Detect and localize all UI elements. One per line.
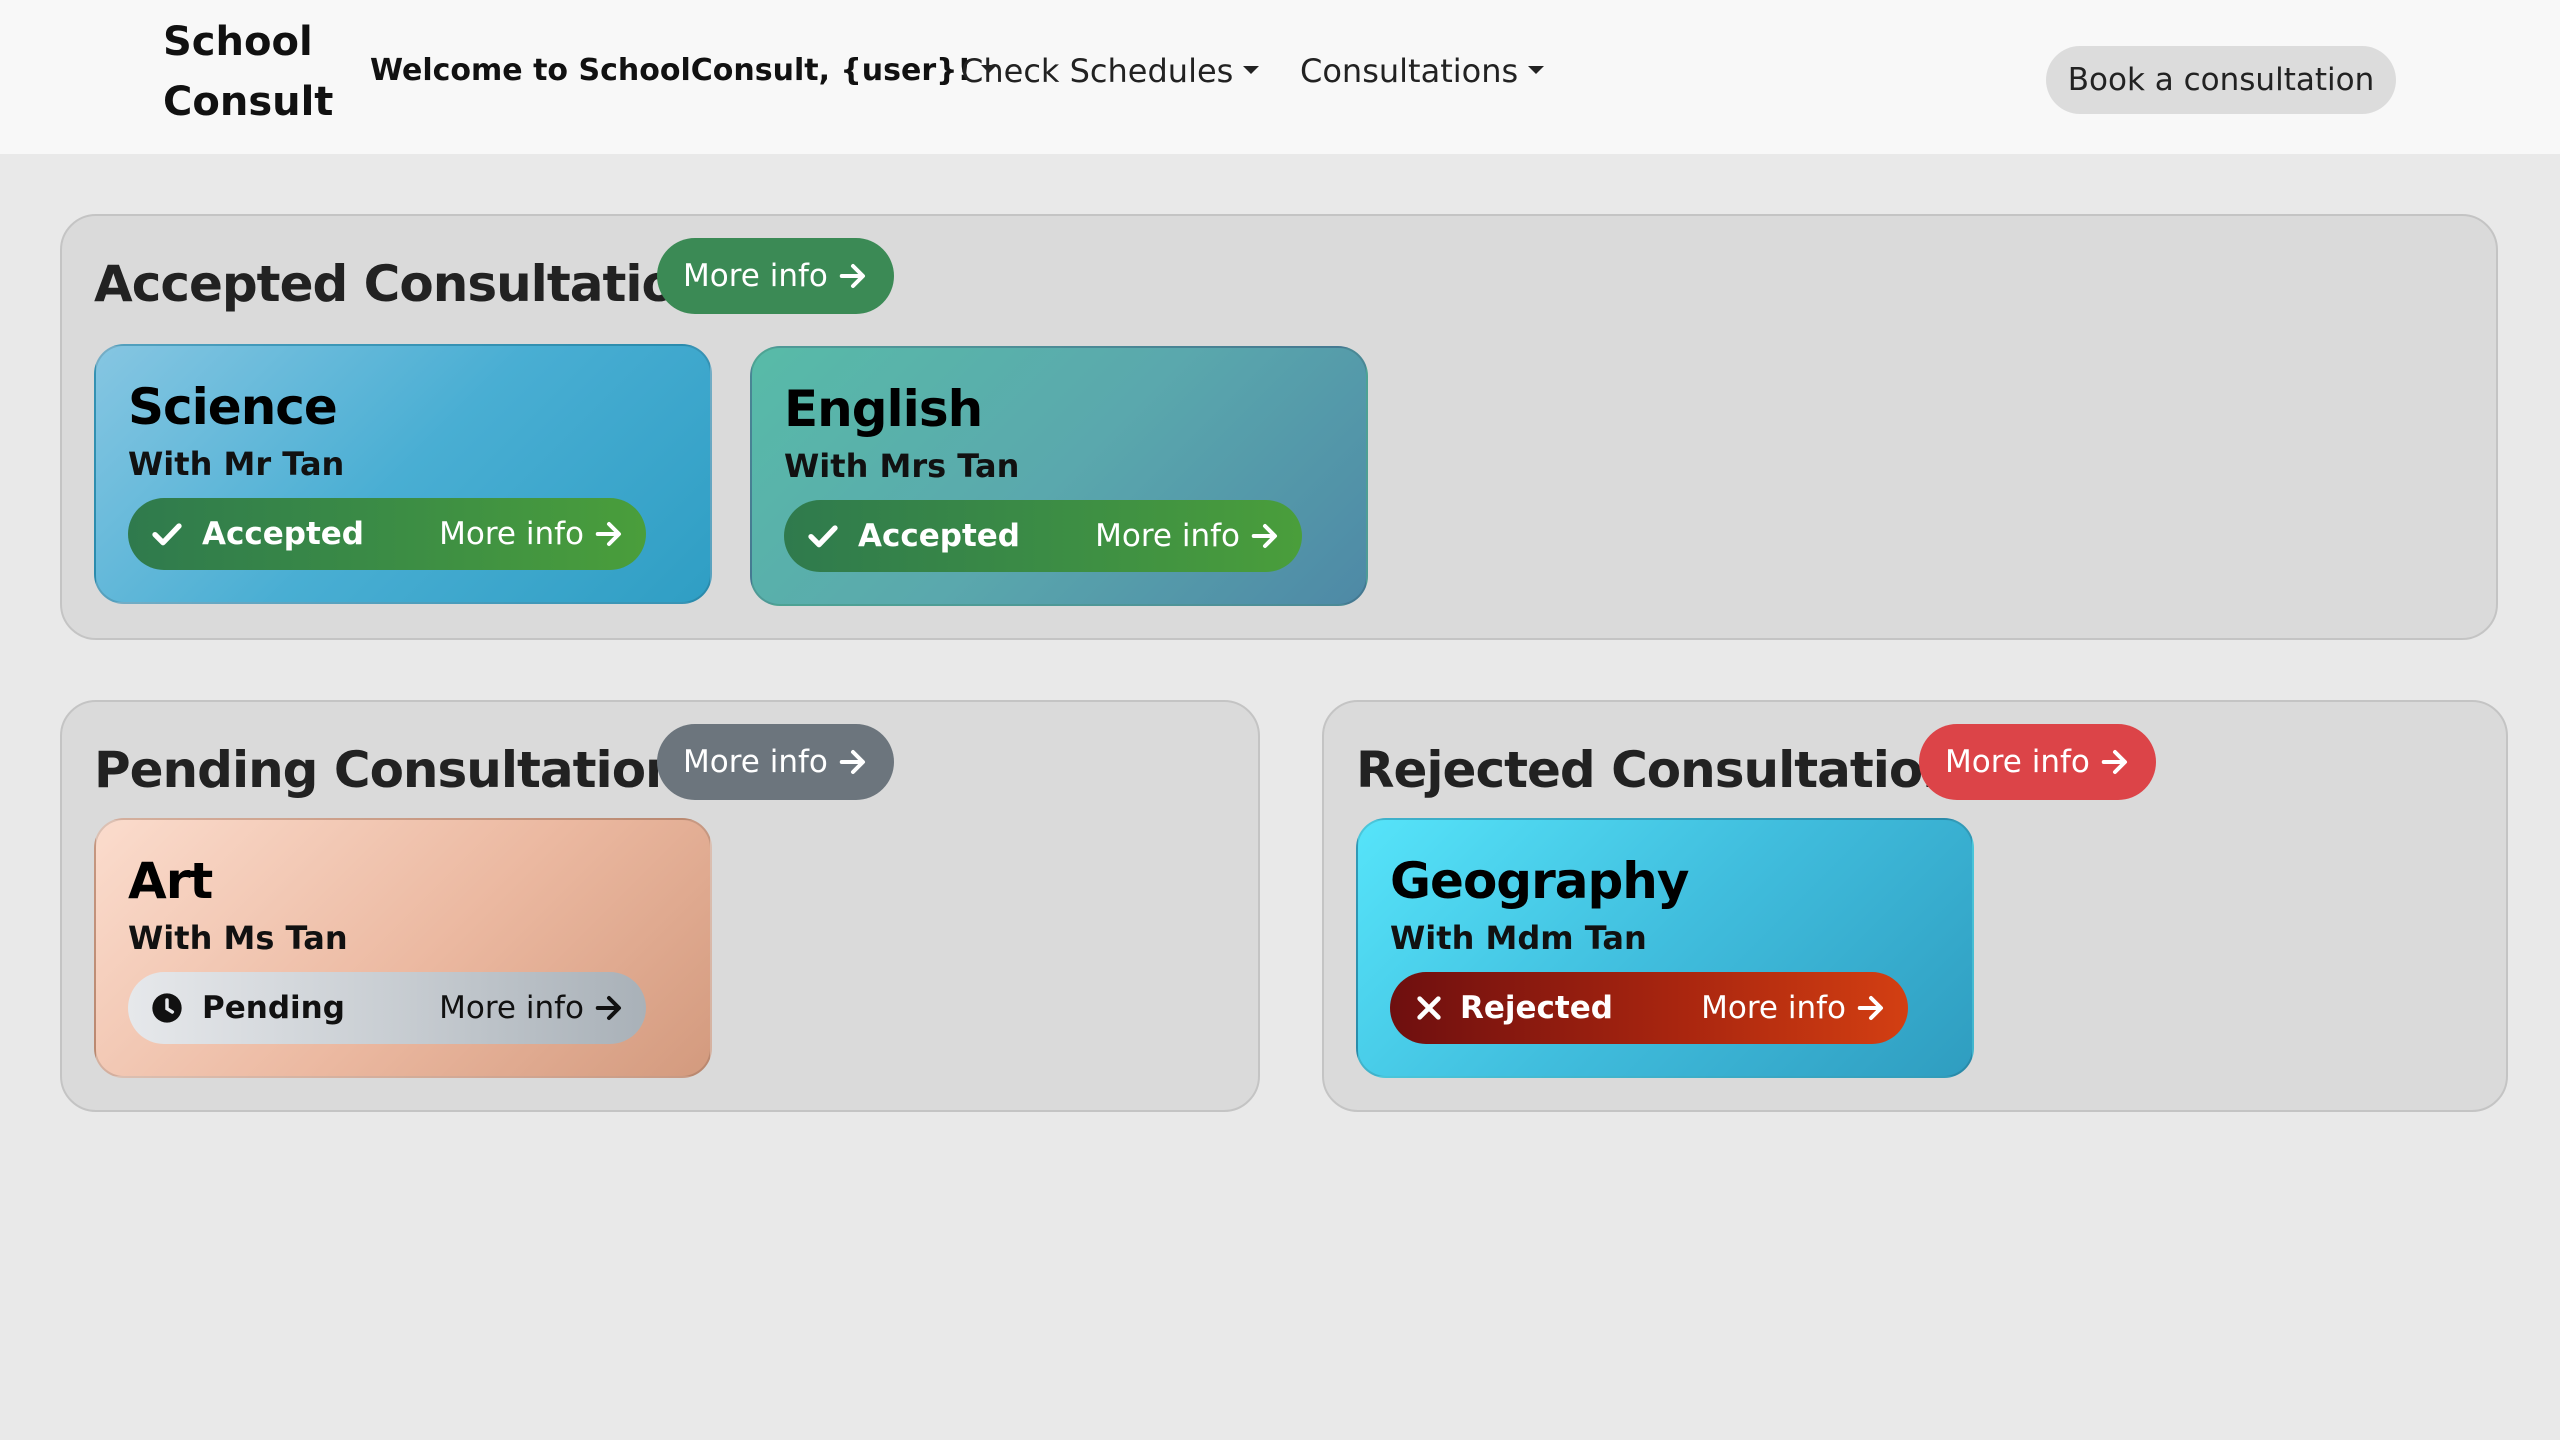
accepted-status-button[interactable]: Accepted More info (128, 498, 646, 570)
panel-title: Pending Consultations (94, 741, 709, 799)
chevron-down-icon (1243, 66, 1260, 74)
x-icon (1412, 991, 1446, 1025)
rejected-consultations-panel: Rejected Consultations More info Geograp… (1322, 700, 2508, 1112)
accepted-more-info-button[interactable]: More info (657, 238, 894, 314)
card-teacher: With Mrs Tan (784, 447, 1020, 485)
rejected-status-button[interactable]: Rejected More info (1390, 972, 1908, 1044)
card-teacher: With Mr Tan (128, 445, 345, 483)
more-info-label: More info (1701, 990, 1846, 1026)
card-subject: Science (128, 378, 338, 436)
arrow-right-icon (595, 996, 621, 1020)
nav-check-schedules-dropdown[interactable]: Check Schedules (961, 50, 1260, 92)
arrow-right-icon (1251, 524, 1277, 548)
nav-welcome-dropdown[interactable]: Welcome to SchoolConsult, {user}! (370, 50, 998, 92)
pending-status-button[interactable]: Pending More info (128, 972, 646, 1044)
consultation-card-geography[interactable]: Geography With Mdm Tan Rejected More inf… (1356, 818, 1974, 1078)
nav-check-schedules-label: Check Schedules (961, 52, 1234, 90)
brand-line1: School (163, 19, 313, 65)
nav-welcome-label: Welcome to SchoolConsult, {user}! (370, 53, 972, 88)
pending-consultations-panel: Pending Consultations More info Art With… (60, 700, 1260, 1112)
clock-icon (150, 991, 184, 1025)
rejected-more-info-button[interactable]: More info (1919, 724, 2156, 800)
card-subject: English (784, 380, 983, 438)
more-info-label: More info (1945, 744, 2090, 780)
status-label: Accepted (858, 518, 1020, 554)
book-consultation-button[interactable]: Book a consultation (2046, 46, 2396, 114)
consultation-card-art[interactable]: Art With Ms Tan Pending More info (94, 818, 712, 1078)
brand-line2: Consult (163, 79, 334, 125)
chevron-down-icon (1528, 66, 1545, 74)
arrow-right-icon (1857, 996, 1883, 1020)
card-teacher: With Ms Tan (128, 919, 348, 957)
more-info-label: More info (683, 258, 828, 294)
more-info-label: More info (683, 744, 828, 780)
more-info-link[interactable]: More info (439, 516, 624, 552)
pending-more-info-button[interactable]: More info (657, 724, 894, 800)
card-subject: Geography (1390, 852, 1689, 910)
accepted-status-button[interactable]: Accepted More info (784, 500, 1302, 572)
status-label: Rejected (1460, 990, 1613, 1026)
more-info-label: More info (1095, 518, 1240, 554)
arrow-right-icon (595, 522, 621, 546)
accepted-consultations-panel: Accepted Consultations More info Science… (60, 214, 2498, 640)
more-info-link[interactable]: More info (1095, 518, 1280, 554)
nav-consultations-label: Consultations (1300, 52, 1519, 90)
arrow-right-icon (2101, 750, 2127, 774)
status-label: Pending (202, 990, 345, 1026)
card-teacher: With Mdm Tan (1390, 919, 1647, 957)
nav-consultations-dropdown[interactable]: Consultations (1300, 50, 1545, 92)
more-info-label: More info (439, 516, 584, 552)
more-info-link[interactable]: More info (439, 990, 624, 1026)
consultation-card-english[interactable]: English With Mrs Tan Accepted More info (750, 346, 1368, 606)
arrow-right-icon (839, 264, 865, 288)
more-info-link[interactable]: More info (1701, 990, 1886, 1026)
panel-title: Rejected Consultations (1356, 741, 1987, 799)
arrow-right-icon (839, 750, 865, 774)
check-icon (150, 517, 184, 551)
more-info-label: More info (439, 990, 584, 1026)
panel-title: Accepted Consultations (94, 255, 739, 313)
card-subject: Art (128, 852, 213, 910)
consultation-card-science[interactable]: Science With Mr Tan Accepted More info (94, 344, 712, 604)
navbar: School Consult Welcome to SchoolConsult,… (0, 0, 2560, 154)
brand-logo[interactable]: School Consult (163, 12, 333, 132)
check-icon (806, 519, 840, 553)
status-label: Accepted (202, 516, 364, 552)
